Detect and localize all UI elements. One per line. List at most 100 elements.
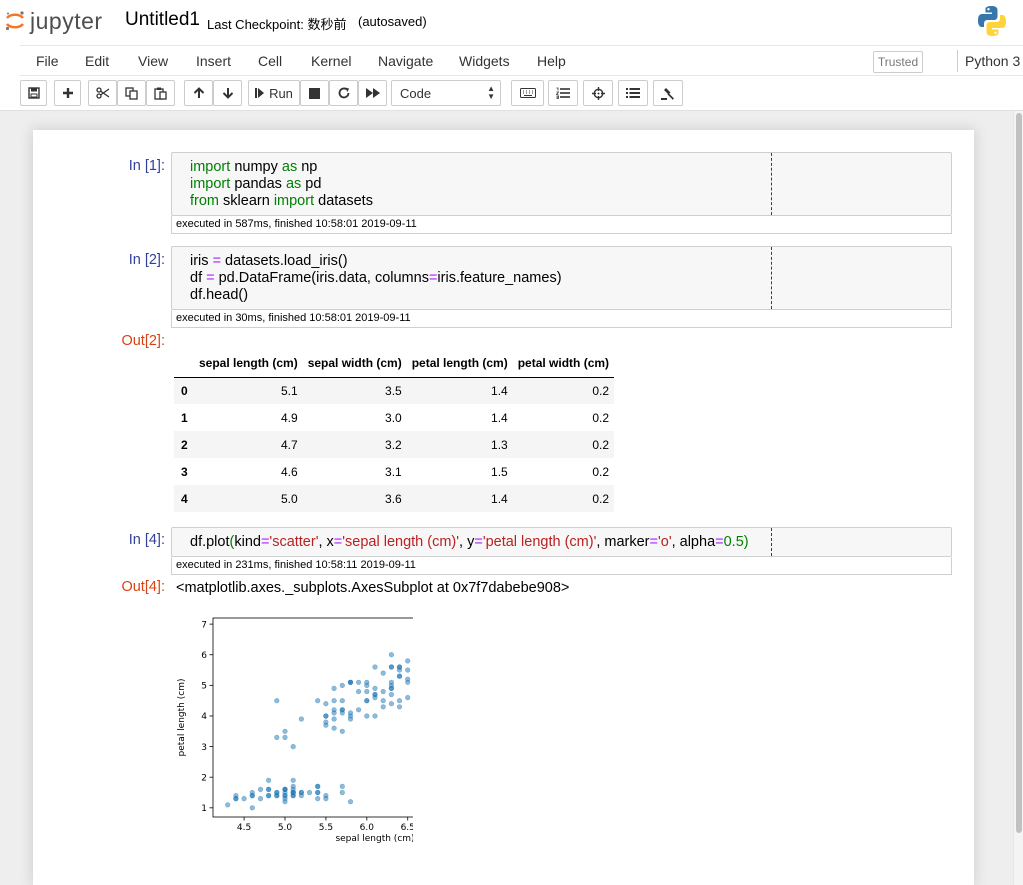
- jupyter-logo[interactable]: jupyter: [4, 6, 103, 36]
- scrollbar-thumb[interactable]: [1016, 113, 1022, 833]
- scatter-point: [388, 701, 394, 707]
- table-row: 3 4.6 3.1 1.5 0.2: [174, 458, 614, 485]
- autosave-status: (autosaved): [358, 14, 427, 29]
- x-axis-label: sepal length (cm): [335, 834, 413, 844]
- paste-icon: [154, 87, 167, 100]
- restart-run-all-button[interactable]: [358, 80, 387, 106]
- menu-help[interactable]: Help: [537, 53, 566, 69]
- scatter-point: [388, 652, 394, 658]
- step-forward-icon: [255, 88, 265, 98]
- cell-2-code-editor[interactable]: iris = datasets.load_iris() df = pd.Data…: [171, 246, 952, 310]
- cell-4-code-editor[interactable]: df.plot(kind='scatter', x='sepal length …: [171, 527, 952, 557]
- x-tick-label: 6.0: [360, 823, 375, 833]
- fast-forward-icon: [365, 88, 380, 98]
- scatter-point: [290, 744, 296, 750]
- run-button[interactable]: Run: [248, 80, 300, 106]
- cell-1-code-editor[interactable]: import numpy as np import pandas as pd f…: [171, 152, 952, 216]
- insert-cell-button[interactable]: [54, 80, 81, 106]
- y-tick-label: 3: [201, 743, 207, 753]
- cell-2-out-prompt: Out[2]:: [121, 333, 165, 349]
- cell-4-output-text: <matplotlib.axes._subplots.AxesSubplot a…: [176, 580, 570, 596]
- scatter-point: [249, 805, 255, 811]
- scatter-point: [405, 667, 411, 673]
- menu-view[interactable]: View: [138, 53, 168, 69]
- cut-button[interactable]: [88, 80, 117, 106]
- table-cell: 1.4: [491, 410, 508, 425]
- plus-icon: [62, 88, 73, 98]
- scatter-point: [396, 698, 403, 704]
- scatter-point: [372, 685, 378, 691]
- menu-kernel[interactable]: Kernel: [311, 53, 351, 69]
- row-index: 4: [181, 491, 188, 506]
- move-up-button[interactable]: [184, 80, 213, 106]
- scatter-point: [339, 710, 345, 716]
- y-tick-label: 5: [201, 682, 207, 692]
- line-length-ruler: [771, 153, 772, 215]
- cell-type-select[interactable]: Code ▲ ▼: [391, 80, 501, 106]
- scatter-point: [315, 698, 321, 704]
- table-cell: 4.7: [281, 437, 298, 452]
- paste-button[interactable]: [146, 80, 175, 106]
- table-cell: 3.1: [385, 464, 402, 479]
- x-tick-label: 6.5: [401, 823, 413, 833]
- scatter-point: [405, 658, 411, 664]
- list-button[interactable]: [618, 80, 648, 106]
- kernel-divider: [957, 50, 958, 72]
- row-index: 3: [181, 464, 188, 479]
- menu-file[interactable]: File: [36, 53, 59, 69]
- arrow-down-icon: [222, 88, 233, 99]
- table-cell: 1.4: [491, 491, 508, 506]
- scatter-point: [331, 685, 337, 691]
- scatter-point: [405, 694, 411, 701]
- scatter-point: [282, 734, 288, 740]
- interrupt-button[interactable]: [300, 80, 329, 106]
- trusted-indicator[interactable]: Trusted: [873, 51, 923, 73]
- scatter-point: [388, 682, 394, 688]
- save-button[interactable]: [20, 80, 47, 106]
- y-tick-label: 2: [201, 773, 207, 783]
- table-cell: 3.2: [385, 437, 402, 452]
- scatter-point: [290, 786, 296, 792]
- dataframe-table: sepal length (cm) sepal width (cm) petal…: [174, 350, 615, 512]
- kernel-name: Python 3: [965, 53, 1021, 69]
- scatter-point: [290, 777, 296, 783]
- gavel-button[interactable]: [653, 80, 683, 106]
- toc-button[interactable]: [548, 80, 578, 106]
- jupyter-logo-icon: [4, 10, 26, 32]
- menu-cell[interactable]: Cell: [258, 53, 282, 69]
- column-header: petal length (cm): [406, 350, 513, 378]
- command-palette-button[interactable]: [511, 80, 544, 106]
- scatter-point: [380, 704, 386, 710]
- y-tick-label: 1: [201, 804, 207, 814]
- table-cell: 4.9: [281, 410, 298, 425]
- table-row: 1 4.9 3.0 1.4 0.2: [174, 404, 614, 431]
- scatter-point: [396, 667, 403, 673]
- notebook-container: In [1]: import numpy as np import pandas…: [33, 130, 974, 885]
- crosshairs-button[interactable]: [583, 80, 613, 106]
- scatter-point: [356, 688, 362, 695]
- cell-4-in-prompt: In [4]:: [128, 532, 165, 548]
- scatter-point: [331, 698, 337, 704]
- cell-2-code: iris = datasets.load_iris() df = pd.Data…: [190, 253, 562, 303]
- table-cell: 5.1: [281, 383, 298, 398]
- list-icon: [626, 88, 640, 98]
- scatter-point: [356, 707, 362, 713]
- save-icon: [27, 87, 40, 99]
- scissors-icon: [95, 87, 109, 99]
- menu-edit[interactable]: Edit: [85, 53, 109, 69]
- scatter-point: [331, 716, 337, 722]
- table-cell: 0.2: [592, 491, 610, 506]
- scatter-point: [339, 728, 345, 734]
- menu-insert[interactable]: Insert: [196, 53, 231, 69]
- row-index: 1: [181, 410, 188, 425]
- scatter-point: [265, 777, 272, 783]
- scatter-point: [282, 793, 288, 799]
- menu-navigate[interactable]: Navigate: [378, 53, 433, 69]
- copy-button[interactable]: [117, 80, 146, 106]
- menu-widgets[interactable]: Widgets: [459, 53, 510, 69]
- notebook-name[interactable]: Untitled1: [125, 9, 200, 31]
- table-cell: 5.0: [281, 491, 298, 506]
- move-down-button[interactable]: [213, 80, 242, 106]
- restart-button[interactable]: [329, 80, 358, 106]
- page-scrollbar[interactable]: [1013, 111, 1023, 885]
